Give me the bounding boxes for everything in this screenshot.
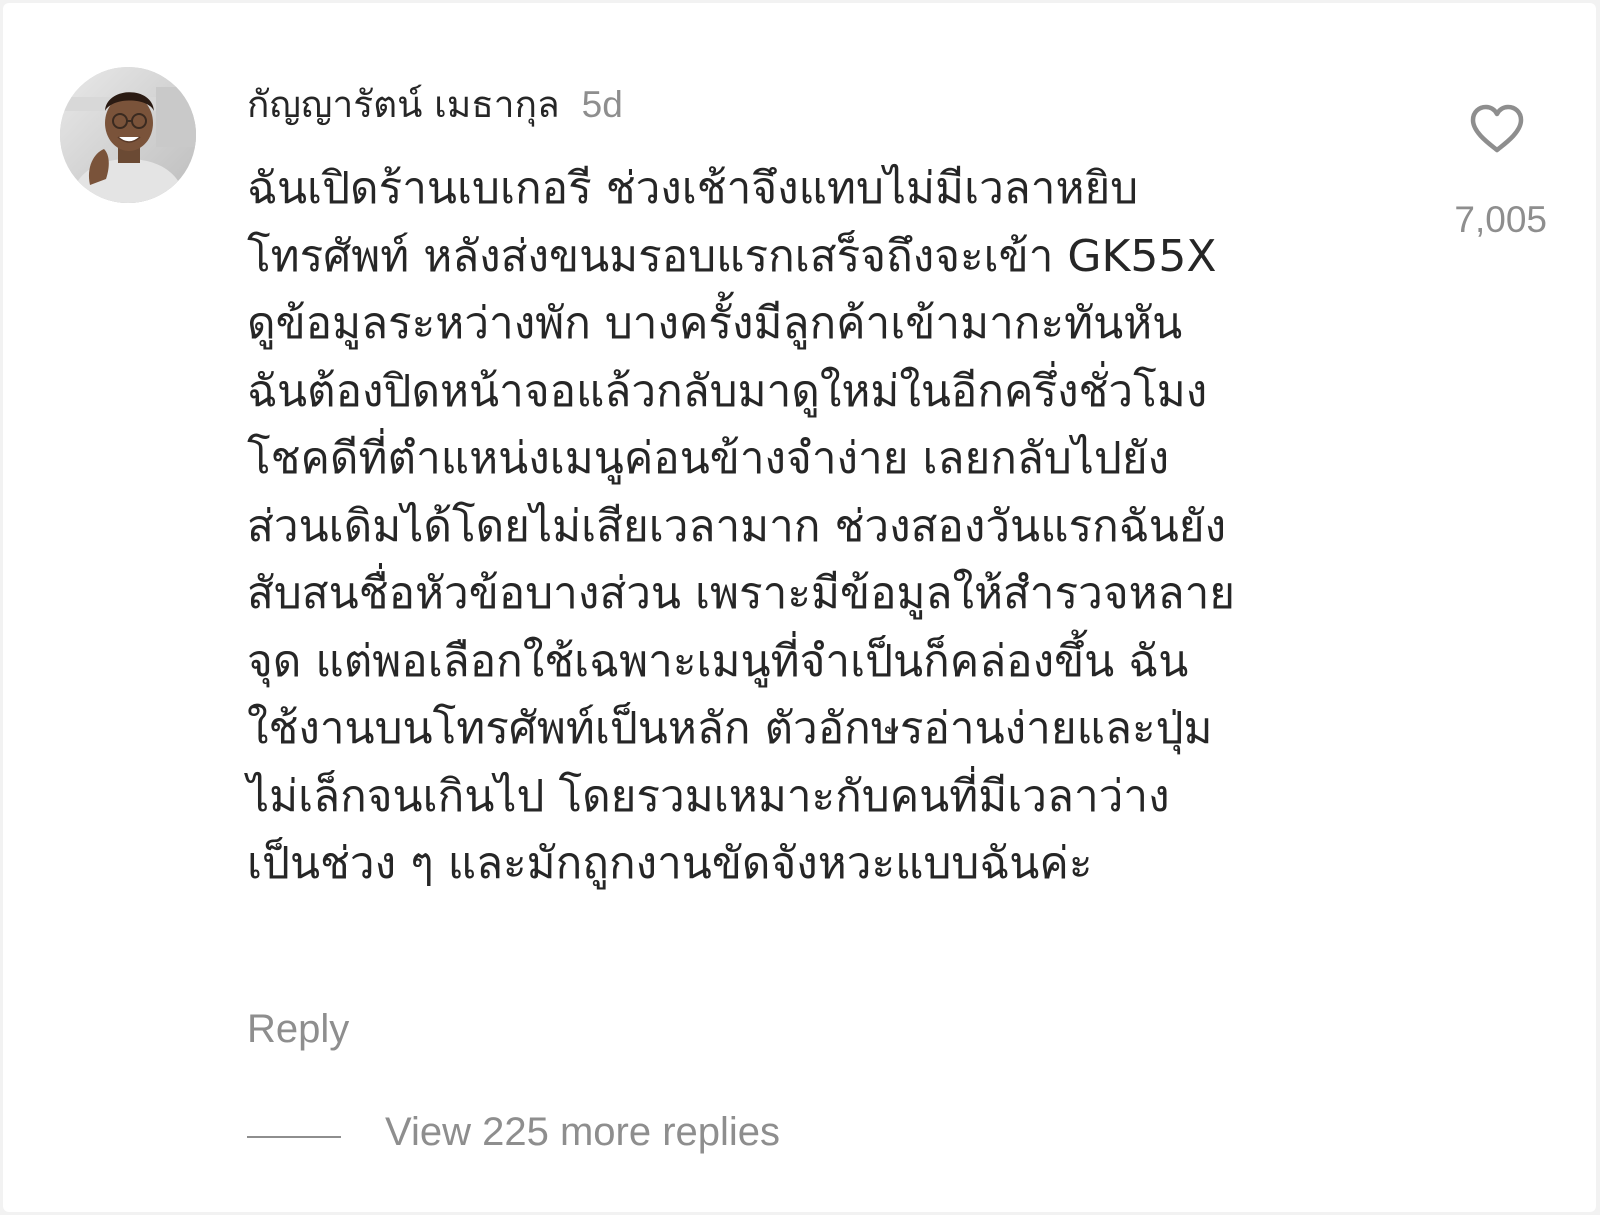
comment-text: ฉันเปิดร้านเบเกอรี ช่วงเช้าจึงแทบไม่มีเว… — [247, 163, 1236, 889]
heart-outline-icon — [1470, 104, 1524, 153]
avatar[interactable] — [60, 67, 196, 203]
username[interactable]: กัญญารัตน์ เมธากุล — [247, 75, 560, 134]
reply-button[interactable]: Reply — [247, 1007, 349, 1052]
avatar-photo — [60, 67, 196, 203]
comment-header: กัญญารัตน์ เมธากุล 5d — [247, 75, 623, 131]
timestamp: 5d — [581, 84, 623, 125]
like-count: 7,005 — [1454, 199, 1547, 240]
like-button[interactable] — [1467, 99, 1527, 159]
comment-card: กัญญารัตน์ เมธากุล 5d ฉันเปิดร้านเบเกอรี… — [3, 3, 1596, 1212]
replies-divider-line — [247, 1136, 341, 1138]
view-more-replies-button[interactable]: View 225 more replies — [385, 1110, 780, 1155]
